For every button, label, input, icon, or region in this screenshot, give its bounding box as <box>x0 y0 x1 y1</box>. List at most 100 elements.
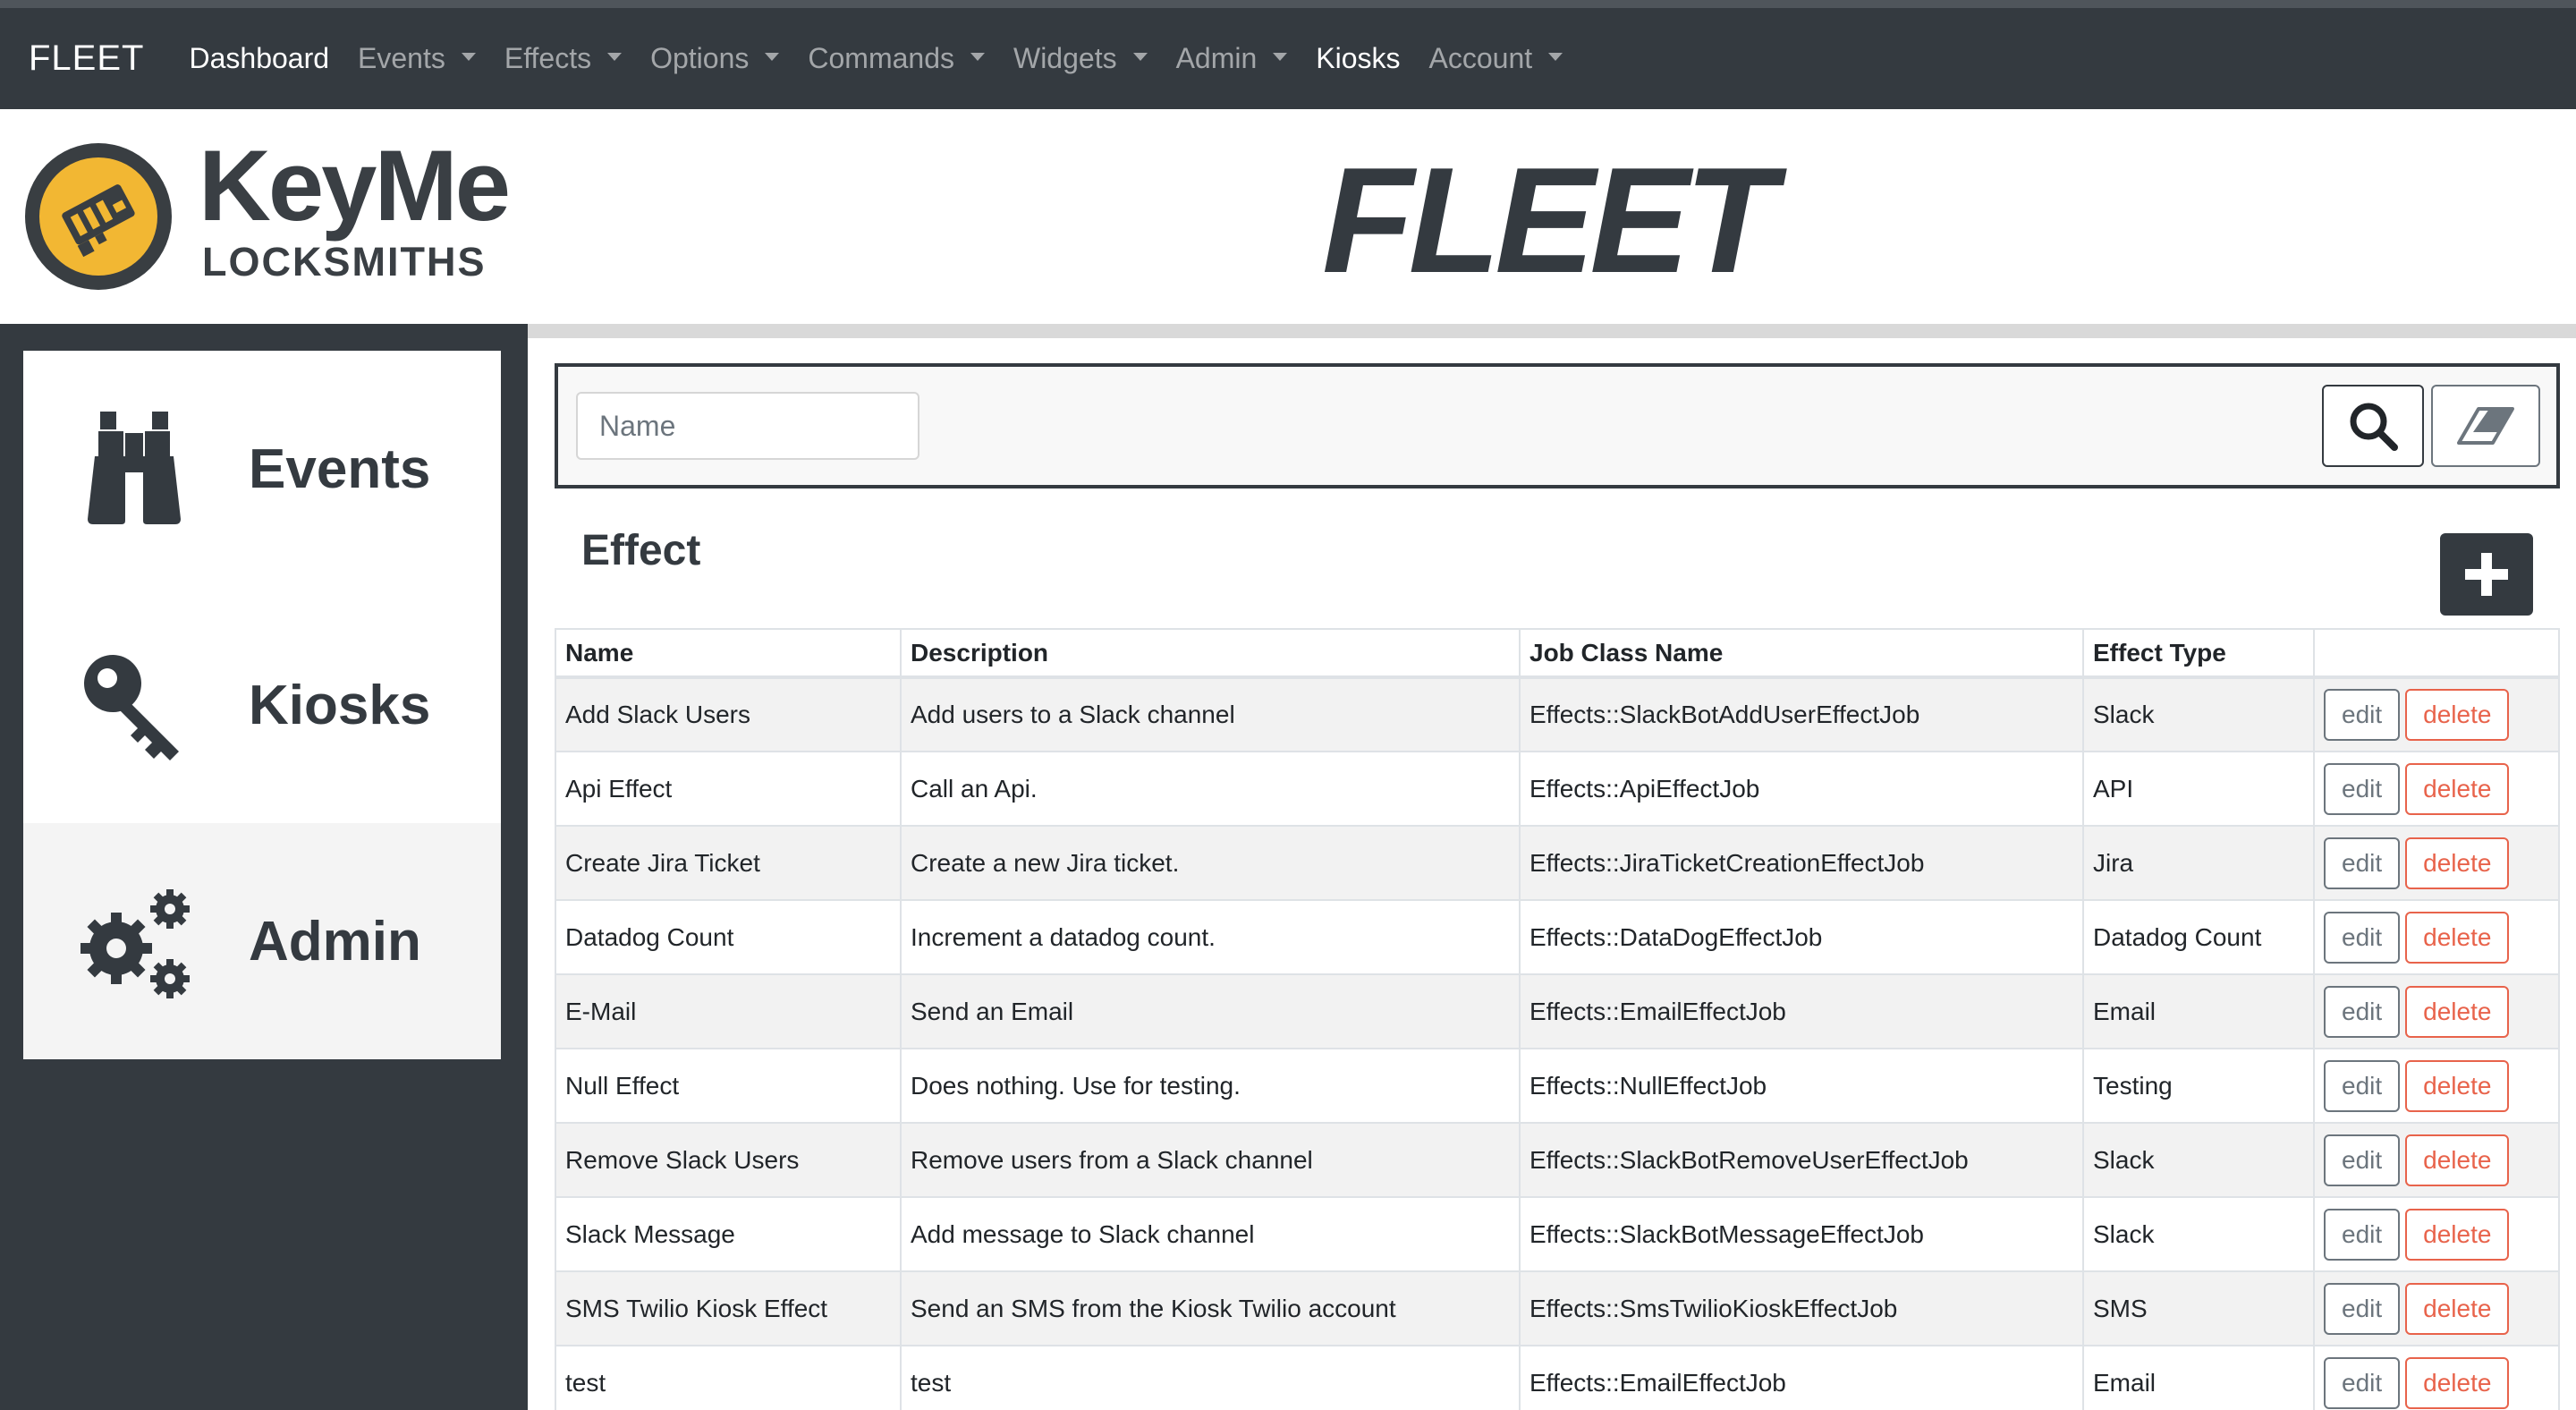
sidebar-panel: Events Kiosks Admin <box>23 351 501 1059</box>
edit-button[interactable]: edit <box>2324 837 2401 889</box>
delete-button[interactable]: delete <box>2405 837 2510 889</box>
eraser-icon <box>2457 407 2514 445</box>
nav-options-dropdown[interactable]: Options <box>636 42 793 75</box>
cell-description: Does nothing. Use for testing. <box>900 1048 1521 1124</box>
sidebar-item-kiosks[interactable]: Kiosks <box>23 587 501 823</box>
delete-button[interactable]: delete <box>2405 1208 2510 1261</box>
column-header-job-class: Job Class Name <box>1519 628 2084 679</box>
nav-admin-dropdown[interactable]: Admin <box>1162 42 1302 75</box>
cell-description: test <box>900 1345 1521 1410</box>
nav-kiosks[interactable]: Kiosks <box>1301 42 1414 75</box>
cell-effect-type: SMS <box>2082 1270 2315 1346</box>
caret-down-icon <box>607 53 623 61</box>
cell-name: test <box>555 1345 902 1410</box>
cell-name: Create Jira Ticket <box>555 825 902 901</box>
nav-kiosks-label: Kiosks <box>1316 42 1401 74</box>
navbar-brand[interactable]: FLEET <box>29 38 144 79</box>
cell-actions: edit delete <box>2313 751 2560 827</box>
cell-description: Add users to a Slack channel <box>900 676 1521 752</box>
cell-job-class: Effects::SlackBotAddUserEffectJob <box>1519 676 2084 752</box>
nav-effects-dropdown[interactable]: Effects <box>490 42 636 75</box>
caret-down-icon <box>461 53 476 61</box>
logo-wordmark: KeyMe <box>199 130 511 242</box>
edit-button[interactable]: edit <box>2324 762 2401 815</box>
keyme-logo-icon[interactable] <box>25 143 172 290</box>
cell-actions: edit delete <box>2313 1122 2560 1198</box>
cell-actions: edit delete <box>2313 899 2560 975</box>
column-header-name: Name <box>555 628 902 679</box>
cell-actions: edit delete <box>2313 1345 2560 1410</box>
edit-button[interactable]: edit <box>2324 1282 2401 1335</box>
nav-commands-dropdown[interactable]: Commands <box>793 42 999 75</box>
cell-effect-type: Slack <box>2082 676 2315 752</box>
nav-widgets-dropdown[interactable]: Widgets <box>999 42 1162 75</box>
nav-account-label: Account <box>1428 42 1533 74</box>
nav-dashboard[interactable]: Dashboard <box>174 42 343 75</box>
plus-icon <box>2465 553 2508 596</box>
cell-name: E-Mail <box>555 973 902 1049</box>
delete-button[interactable]: delete <box>2405 1356 2510 1409</box>
cell-job-class: Effects::SmsTwilioKioskEffectJob <box>1519 1270 2084 1346</box>
name-filter-input[interactable] <box>576 392 919 460</box>
binoculars-icon <box>88 412 181 524</box>
sidebar-label-kiosks: Kiosks <box>249 674 431 736</box>
delete-button[interactable]: delete <box>2405 1282 2510 1335</box>
nav-options-label: Options <box>650 42 750 74</box>
search-button[interactable] <box>2322 385 2424 467</box>
edit-button[interactable]: edit <box>2324 1208 2401 1261</box>
cell-name: Api Effect <box>555 751 902 827</box>
caret-down-icon <box>765 53 780 61</box>
edit-button[interactable]: edit <box>2324 985 2401 1038</box>
search-icon <box>2350 403 2398 451</box>
add-effect-button[interactable] <box>2440 533 2533 616</box>
nav-events-dropdown[interactable]: Events <box>343 42 490 75</box>
cell-actions: edit delete <box>2313 1196 2560 1272</box>
table-row: Slack Message Add message to Slack chann… <box>555 1196 2560 1272</box>
cell-actions: edit delete <box>2313 1270 2560 1346</box>
edit-button[interactable]: edit <box>2324 1356 2401 1409</box>
delete-button[interactable]: delete <box>2405 911 2510 964</box>
table-row: E-Mail Send an Email Effects::EmailEffec… <box>555 973 2560 1049</box>
sidebar-item-events[interactable]: Events <box>23 351 501 587</box>
caret-down-icon <box>1132 53 1148 61</box>
cell-name: SMS Twilio Kiosk Effect <box>555 1270 902 1346</box>
cell-name: Null Effect <box>555 1048 902 1124</box>
edit-button[interactable]: edit <box>2324 1134 2401 1186</box>
cell-actions: edit delete <box>2313 1048 2560 1124</box>
nav-dashboard-label: Dashboard <box>189 42 330 74</box>
edit-button[interactable]: edit <box>2324 689 2401 741</box>
cell-effect-type: Datadog Count <box>2082 899 2315 975</box>
cell-name: Slack Message <box>555 1196 902 1272</box>
section-title: Effect <box>581 527 701 574</box>
caret-down-icon <box>970 53 985 61</box>
cell-job-class: Effects::SlackBotRemoveUserEffectJob <box>1519 1122 2084 1198</box>
cell-description: Increment a datadog count. <box>900 899 1521 975</box>
cell-name: Datadog Count <box>555 899 902 975</box>
delete-button[interactable]: delete <box>2405 1134 2510 1186</box>
delete-button[interactable]: delete <box>2405 1059 2510 1112</box>
cell-job-class: Effects::ApiEffectJob <box>1519 751 2084 827</box>
nav-widgets-label: Widgets <box>1013 42 1117 74</box>
nav-events-label: Events <box>358 42 445 74</box>
cell-effect-type: Email <box>2082 1345 2315 1410</box>
delete-button[interactable]: delete <box>2405 985 2510 1038</box>
delete-button[interactable]: delete <box>2405 689 2510 741</box>
edit-button[interactable]: edit <box>2324 1059 2401 1112</box>
delete-button[interactable]: delete <box>2405 762 2510 815</box>
nav-account-dropdown[interactable]: Account <box>1415 42 1578 75</box>
cell-effect-type: Slack <box>2082 1122 2315 1198</box>
filter-bar <box>555 363 2560 488</box>
table-row: Create Jira Ticket Create a new Jira tic… <box>555 825 2560 901</box>
cell-description: Send an Email <box>900 973 1521 1049</box>
clear-filter-button[interactable] <box>2431 385 2540 467</box>
cell-job-class: Effects::DataDogEffectJob <box>1519 899 2084 975</box>
cell-name: Remove Slack Users <box>555 1122 902 1198</box>
sidebar-item-admin[interactable]: Admin <box>23 823 501 1059</box>
cell-actions: edit delete <box>2313 676 2560 752</box>
edit-button[interactable]: edit <box>2324 911 2401 964</box>
gears-icon <box>80 889 190 998</box>
top-navbar: FLEET Dashboard Events Effects Options C… <box>0 0 2576 109</box>
cell-description: Add message to Slack channel <box>900 1196 1521 1272</box>
cell-effect-type: Testing <box>2082 1048 2315 1124</box>
column-header-actions <box>2313 628 2560 679</box>
